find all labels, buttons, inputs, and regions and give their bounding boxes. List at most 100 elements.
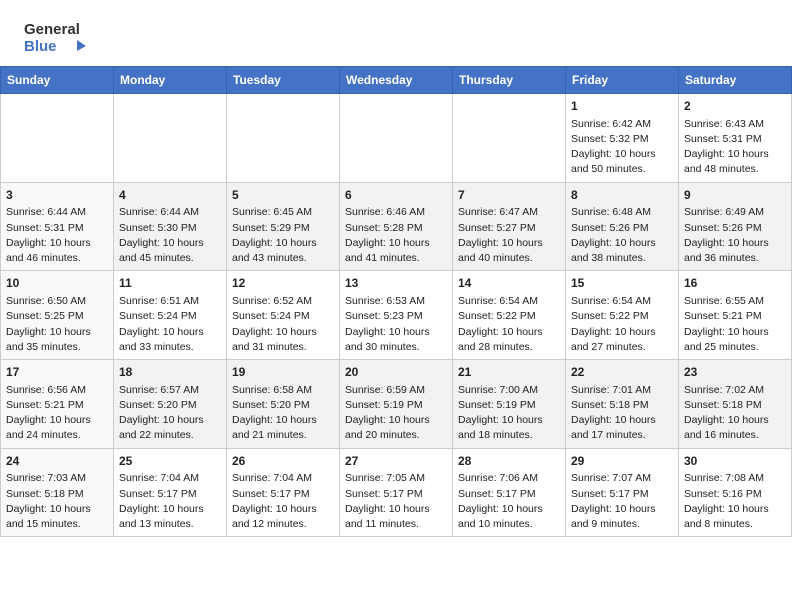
day-number: 12 xyxy=(232,275,334,292)
day-content: Sunrise: 6:44 AM Sunset: 5:30 PM Dayligh… xyxy=(119,205,221,266)
day-header-saturday: Saturday xyxy=(679,67,792,94)
day-content: Sunrise: 7:08 AM Sunset: 5:16 PM Dayligh… xyxy=(684,471,786,532)
day-number: 19 xyxy=(232,364,334,381)
day-content: Sunrise: 6:52 AM Sunset: 5:24 PM Dayligh… xyxy=(232,294,334,355)
calendar-cell: 6Sunrise: 6:46 AM Sunset: 5:28 PM Daylig… xyxy=(340,182,453,271)
day-content: Sunrise: 6:57 AM Sunset: 5:20 PM Dayligh… xyxy=(119,383,221,444)
calendar-cell: 18 Sunrise: 6:57 AM Sunset: 5:20 PM Dayli… xyxy=(114,360,227,449)
calendar-cell: 21Sunrise: 7:00 AM Sunset: 5:19 PM Dayli… xyxy=(453,360,566,449)
calendar-cell: 14Sunrise: 6:54 AM Sunset: 5:22 PM Dayli… xyxy=(453,271,566,360)
day-number: 22 xyxy=(571,364,673,381)
calendar-cell xyxy=(114,94,227,183)
day-content: Sunrise: 7:03 AM Sunset: 5:18 PM Dayligh… xyxy=(6,471,108,532)
calendar-week-row: 24Sunrise: 7:03 AM Sunset: 5:18 PM Dayli… xyxy=(1,448,792,537)
day-number: 20 xyxy=(345,364,447,381)
day-number: 5 xyxy=(232,187,334,204)
logo: GeneralBlue xyxy=(24,18,94,56)
calendar-cell: 2Sunrise: 6:43 AM Sunset: 5:31 PM Daylig… xyxy=(679,94,792,183)
day-number: 16 xyxy=(684,275,786,292)
day-number: 6 xyxy=(345,187,447,204)
calendar-cell: 17Sunrise: 6:56 AM Sunset: 5:21 PM Dayli… xyxy=(1,360,114,449)
day-content: Sunrise: 6:54 AM Sunset: 5:22 PM Dayligh… xyxy=(571,294,673,355)
day-number: 11 xyxy=(119,275,221,292)
day-number: 27 xyxy=(345,453,447,470)
day-content: Sunrise: 6:59 AM Sunset: 5:19 PM Dayligh… xyxy=(345,383,447,444)
day-content: Sunrise: 6:54 AM Sunset: 5:22 PM Dayligh… xyxy=(458,294,560,355)
calendar-table: SundayMondayTuesdayWednesdayThursdayFrid… xyxy=(0,66,792,537)
day-number: 1 xyxy=(571,98,673,115)
header: GeneralBlue xyxy=(0,0,792,66)
calendar-cell: 15Sunrise: 6:54 AM Sunset: 5:22 PM Dayli… xyxy=(566,271,679,360)
calendar-cell: 8Sunrise: 6:48 AM Sunset: 5:26 PM Daylig… xyxy=(566,182,679,271)
day-number: 3 xyxy=(6,187,108,204)
day-number: 7 xyxy=(458,187,560,204)
calendar-cell: 3Sunrise: 6:44 AM Sunset: 5:31 PM Daylig… xyxy=(1,182,114,271)
day-number: 29 xyxy=(571,453,673,470)
calendar-cell xyxy=(453,94,566,183)
day-number: 25 xyxy=(119,453,221,470)
day-number: 4 xyxy=(119,187,221,204)
svg-text:Blue: Blue xyxy=(24,38,57,55)
day-number: 30 xyxy=(684,453,786,470)
calendar-week-row: 10Sunrise: 6:50 AM Sunset: 5:25 PM Dayli… xyxy=(1,271,792,360)
calendar-cell: 27Sunrise: 7:05 AM Sunset: 5:17 PM Dayli… xyxy=(340,448,453,537)
day-number: 26 xyxy=(232,453,334,470)
calendar-cell: 4Sunrise: 6:44 AM Sunset: 5:30 PM Daylig… xyxy=(114,182,227,271)
day-header-friday: Friday xyxy=(566,67,679,94)
day-content: Sunrise: 6:43 AM Sunset: 5:31 PM Dayligh… xyxy=(684,117,786,178)
calendar-cell: 13 Sunrise: 6:53 AM Sunset: 5:23 PM Dayli… xyxy=(340,271,453,360)
calendar-cell: 19Sunrise: 6:58 AM Sunset: 5:20 PM Dayli… xyxy=(227,360,340,449)
calendar-header-row: SundayMondayTuesdayWednesdayThursdayFrid… xyxy=(1,67,792,94)
calendar-cell: 28Sunrise: 7:06 AM Sunset: 5:17 PM Dayli… xyxy=(453,448,566,537)
svg-text:General: General xyxy=(24,21,80,38)
calendar-cell: 23 Sunrise: 7:02 AM Sunset: 5:18 PM Dayli… xyxy=(679,360,792,449)
day-content: Sunrise: 7:06 AM Sunset: 5:17 PM Dayligh… xyxy=(458,471,560,532)
day-number: 23 xyxy=(684,364,786,381)
day-number: 18 xyxy=(119,364,221,381)
day-content: Sunrise: 7:02 AM Sunset: 5:18 PM Dayligh… xyxy=(684,383,786,444)
day-content: Sunrise: 6:53 AM Sunset: 5:23 PM Dayligh… xyxy=(345,294,447,355)
calendar-cell: 9Sunrise: 6:49 AM Sunset: 5:26 PM Daylig… xyxy=(679,182,792,271)
day-content: Sunrise: 6:51 AM Sunset: 5:24 PM Dayligh… xyxy=(119,294,221,355)
day-number: 17 xyxy=(6,364,108,381)
calendar-cell: 16 Sunrise: 6:55 AM Sunset: 5:21 PM Dayli… xyxy=(679,271,792,360)
day-content: Sunrise: 6:42 AM Sunset: 5:32 PM Dayligh… xyxy=(571,117,673,178)
page: GeneralBlue SundayMondayTuesdayWednesday… xyxy=(0,0,792,537)
day-number: 10 xyxy=(6,275,108,292)
day-header-tuesday: Tuesday xyxy=(227,67,340,94)
day-content: Sunrise: 6:46 AM Sunset: 5:28 PM Dayligh… xyxy=(345,205,447,266)
calendar-cell: 10Sunrise: 6:50 AM Sunset: 5:25 PM Dayli… xyxy=(1,271,114,360)
calendar-cell: 30Sunrise: 7:08 AM Sunset: 5:16 PM Dayli… xyxy=(679,448,792,537)
calendar-cell: 25Sunrise: 7:04 AM Sunset: 5:17 PM Dayli… xyxy=(114,448,227,537)
calendar-week-row: 17Sunrise: 6:56 AM Sunset: 5:21 PM Dayli… xyxy=(1,360,792,449)
day-header-monday: Monday xyxy=(114,67,227,94)
day-header-wednesday: Wednesday xyxy=(340,67,453,94)
day-number: 9 xyxy=(684,187,786,204)
day-content: Sunrise: 6:55 AM Sunset: 5:21 PM Dayligh… xyxy=(684,294,786,355)
day-content: Sunrise: 7:04 AM Sunset: 5:17 PM Dayligh… xyxy=(119,471,221,532)
day-number: 24 xyxy=(6,453,108,470)
day-content: Sunrise: 7:07 AM Sunset: 5:17 PM Dayligh… xyxy=(571,471,673,532)
day-content: Sunrise: 6:48 AM Sunset: 5:26 PM Dayligh… xyxy=(571,205,673,266)
day-number: 13 xyxy=(345,275,447,292)
calendar-cell xyxy=(227,94,340,183)
calendar-cell xyxy=(1,94,114,183)
day-number: 8 xyxy=(571,187,673,204)
day-header-thursday: Thursday xyxy=(453,67,566,94)
calendar-cell: 1 Sunrise: 6:42 AM Sunset: 5:32 PM Daylig… xyxy=(566,94,679,183)
day-content: Sunrise: 7:04 AM Sunset: 5:17 PM Dayligh… xyxy=(232,471,334,532)
calendar-cell: 12 Sunrise: 6:52 AM Sunset: 5:24 PM Dayli… xyxy=(227,271,340,360)
calendar-cell: 29Sunrise: 7:07 AM Sunset: 5:17 PM Dayli… xyxy=(566,448,679,537)
logo-svg: GeneralBlue xyxy=(24,18,94,56)
calendar-cell: 26Sunrise: 7:04 AM Sunset: 5:17 PM Dayli… xyxy=(227,448,340,537)
calendar-cell: 5Sunrise: 6:45 AM Sunset: 5:29 PM Daylig… xyxy=(227,182,340,271)
day-content: Sunrise: 6:45 AM Sunset: 5:29 PM Dayligh… xyxy=(232,205,334,266)
day-content: Sunrise: 7:01 AM Sunset: 5:18 PM Dayligh… xyxy=(571,383,673,444)
day-content: Sunrise: 6:44 AM Sunset: 5:31 PM Dayligh… xyxy=(6,205,108,266)
day-content: Sunrise: 6:49 AM Sunset: 5:26 PM Dayligh… xyxy=(684,205,786,266)
day-content: Sunrise: 7:00 AM Sunset: 5:19 PM Dayligh… xyxy=(458,383,560,444)
calendar-cell: 24Sunrise: 7:03 AM Sunset: 5:18 PM Dayli… xyxy=(1,448,114,537)
calendar-cell: 20 Sunrise: 6:59 AM Sunset: 5:19 PM Dayli… xyxy=(340,360,453,449)
calendar-cell xyxy=(340,94,453,183)
day-header-sunday: Sunday xyxy=(1,67,114,94)
